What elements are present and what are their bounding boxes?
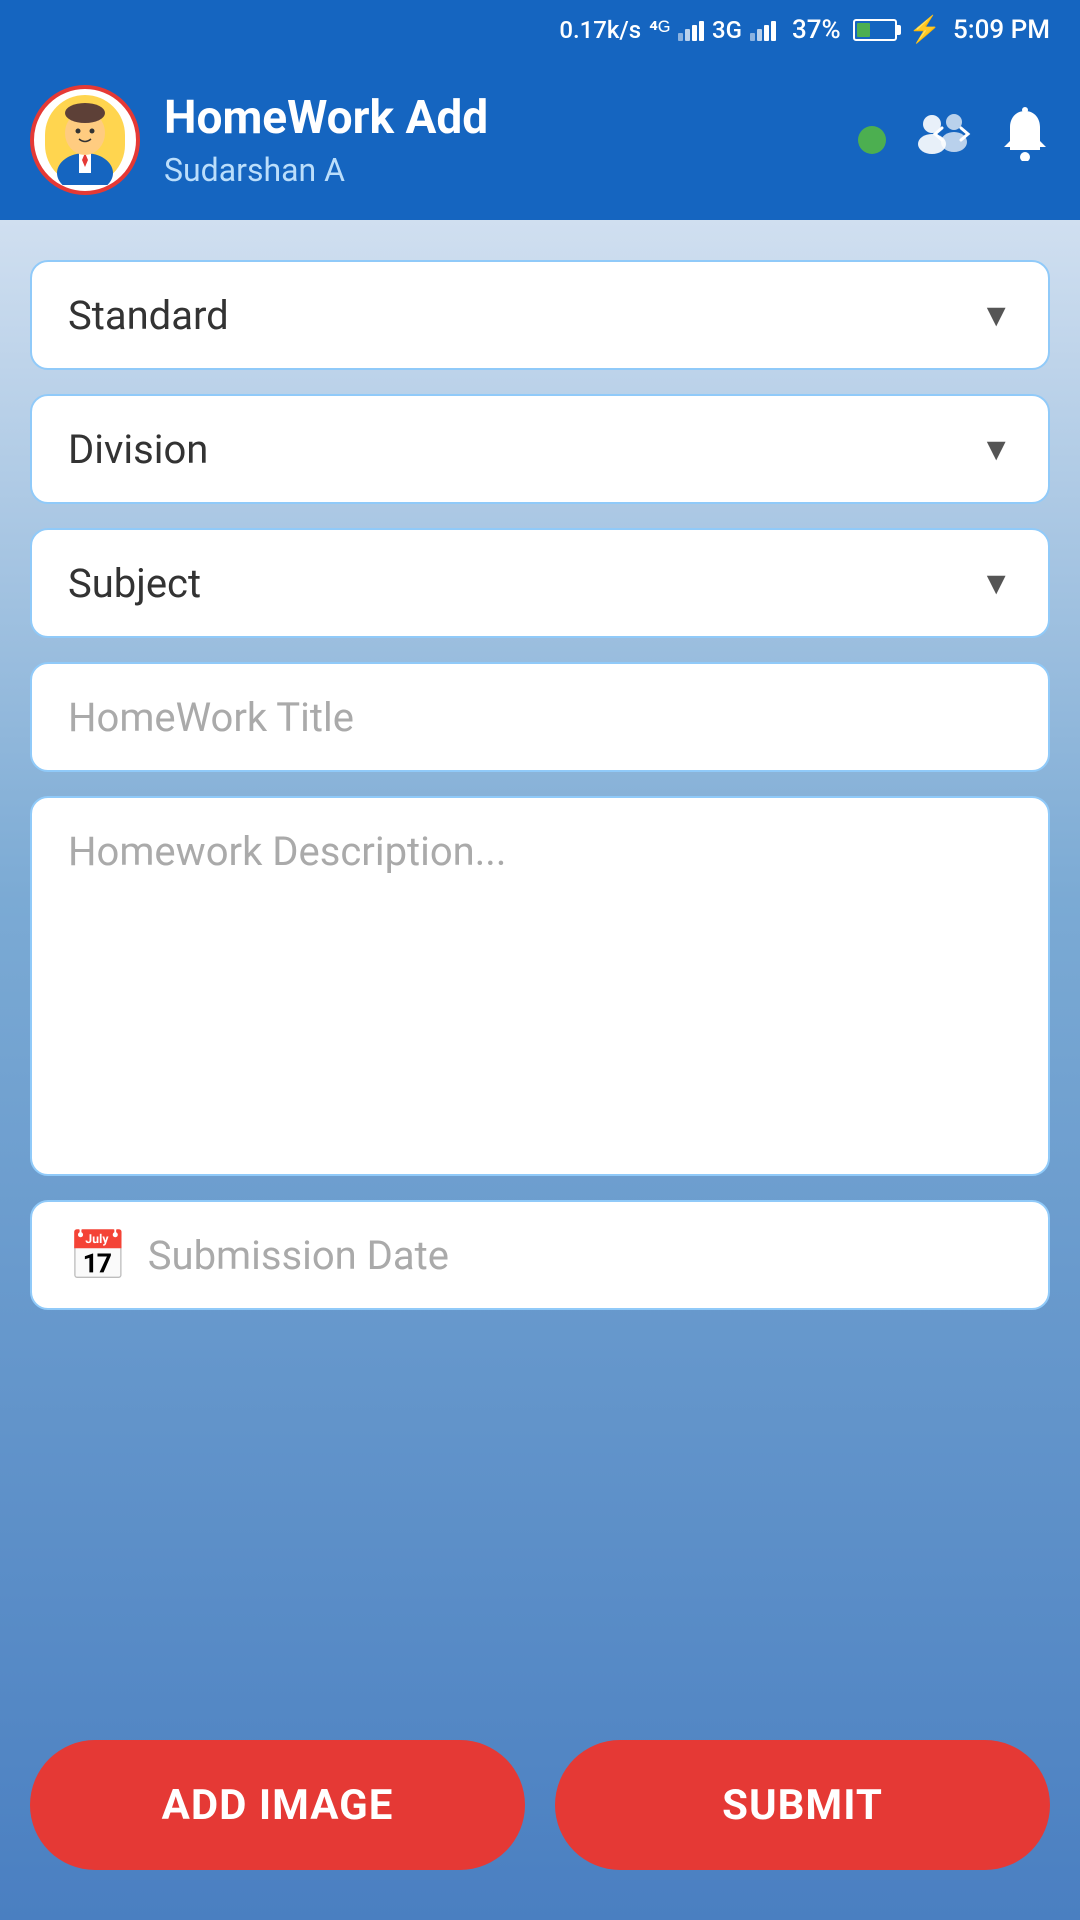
standard-dropdown[interactable]: Standard ▼ (30, 260, 1050, 370)
calendar-icon: 📅 (68, 1227, 128, 1284)
header: HomeWork Add Sudarshan A (0, 60, 1080, 220)
date-placeholder-text: Submission Date (148, 1232, 449, 1279)
lightning-icon: ⚡ (909, 15, 941, 45)
signal-4g-icon (678, 19, 704, 41)
header-title-area: HomeWork Add Sudarshan A (164, 91, 834, 188)
bottom-buttons: ADD IMAGE SUBMIT (30, 1740, 1050, 1870)
user-name: Sudarshan A (164, 151, 834, 189)
battery-icon (853, 19, 897, 41)
homework-description-input[interactable] (30, 796, 1050, 1176)
standard-chevron-down-icon: ▼ (980, 296, 1012, 334)
network-type-2: 3G (712, 16, 742, 44)
online-status-icon (858, 126, 886, 154)
network-info: 0.17k/s ⁴ᴳ 3G (559, 16, 776, 45)
avatar (30, 85, 140, 195)
submission-date-input[interactable]: 📅 Submission Date (30, 1200, 1050, 1310)
add-image-button[interactable]: ADD IMAGE (30, 1740, 525, 1870)
main-content: Standard ▼ Division ▼ Subject ▼ 📅 Submis… (0, 220, 1080, 1920)
users-icon[interactable] (914, 108, 972, 173)
page-title: HomeWork Add (164, 91, 834, 146)
subject-label: Subject (68, 560, 201, 607)
standard-label: Standard (68, 292, 229, 339)
time-display: 5:09 PM (953, 15, 1050, 45)
spacer (30, 1334, 1050, 1696)
notification-bell-icon[interactable] (1000, 107, 1050, 174)
device-status: 37% ⚡ 5:09 PM (792, 15, 1050, 45)
status-bar: 0.17k/s ⁴ᴳ 3G 37% ⚡ 5:09 PM (0, 0, 1080, 60)
header-actions (858, 107, 1050, 174)
subject-chevron-down-icon: ▼ (980, 564, 1012, 602)
division-chevron-down-icon: ▼ (980, 430, 1012, 468)
division-dropdown[interactable]: Division ▼ (30, 394, 1050, 504)
signal-3g-icon (750, 19, 776, 41)
submit-button[interactable]: SUBMIT (555, 1740, 1050, 1870)
network-type-1: ⁴ᴳ (649, 16, 670, 45)
subject-dropdown[interactable]: Subject ▼ (30, 528, 1050, 638)
homework-title-input[interactable] (30, 662, 1050, 772)
network-speed: 0.17k/s (559, 16, 641, 44)
division-label: Division (68, 426, 208, 473)
battery-percent: 37% (792, 15, 841, 45)
